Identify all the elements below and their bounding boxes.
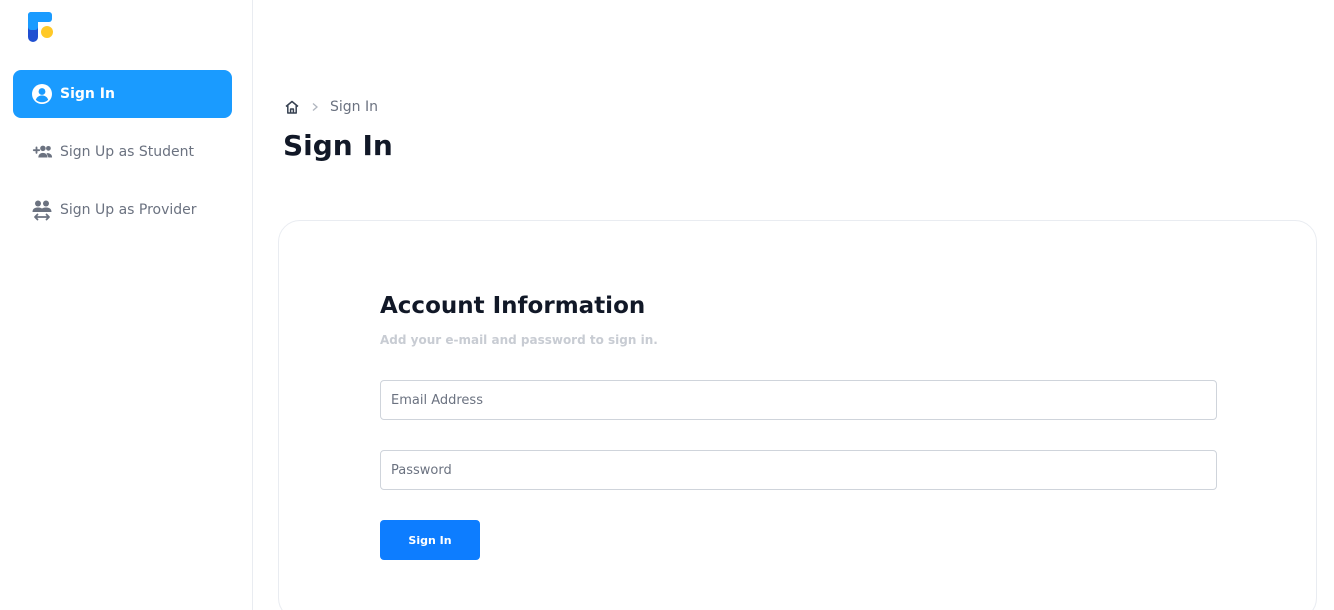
group-swap-icon (31, 199, 53, 221)
sidebar-item-label: Sign In (60, 86, 115, 102)
sidebar-item-sign-in[interactable]: Sign In (13, 70, 232, 118)
sidebar-item-label: Sign Up as Student (60, 144, 195, 160)
sign-in-button[interactable]: Sign In (380, 520, 480, 560)
user-circle-icon (31, 83, 53, 105)
email-field[interactable] (380, 380, 1217, 420)
sidebar-item-sign-up-student[interactable]: Sign Up as Student (13, 128, 232, 176)
form-title: Account Information (380, 293, 646, 319)
app-root: Sign In Sign Up as Student Sign Up as Pr… (0, 0, 1334, 610)
password-field[interactable] (380, 450, 1217, 490)
sidebar-item-sign-up-provider[interactable]: Sign Up as Provider (13, 186, 232, 234)
breadcrumb: Sign In (284, 99, 378, 115)
add-group-icon (31, 141, 53, 163)
home-icon[interactable] (284, 99, 300, 115)
breadcrumb-current: Sign In (330, 99, 378, 115)
sidebar-item-label: Sign Up as Provider (60, 202, 197, 218)
sidebar: Sign In Sign Up as Student Sign Up as Pr… (0, 0, 253, 610)
sign-in-card: Account Information Add your e-mail and … (278, 220, 1317, 610)
app-logo[interactable] (28, 12, 56, 44)
chevron-right-icon (312, 103, 318, 111)
form-subtitle: Add your e-mail and password to sign in. (380, 333, 658, 347)
page-title: Sign In (283, 129, 393, 162)
